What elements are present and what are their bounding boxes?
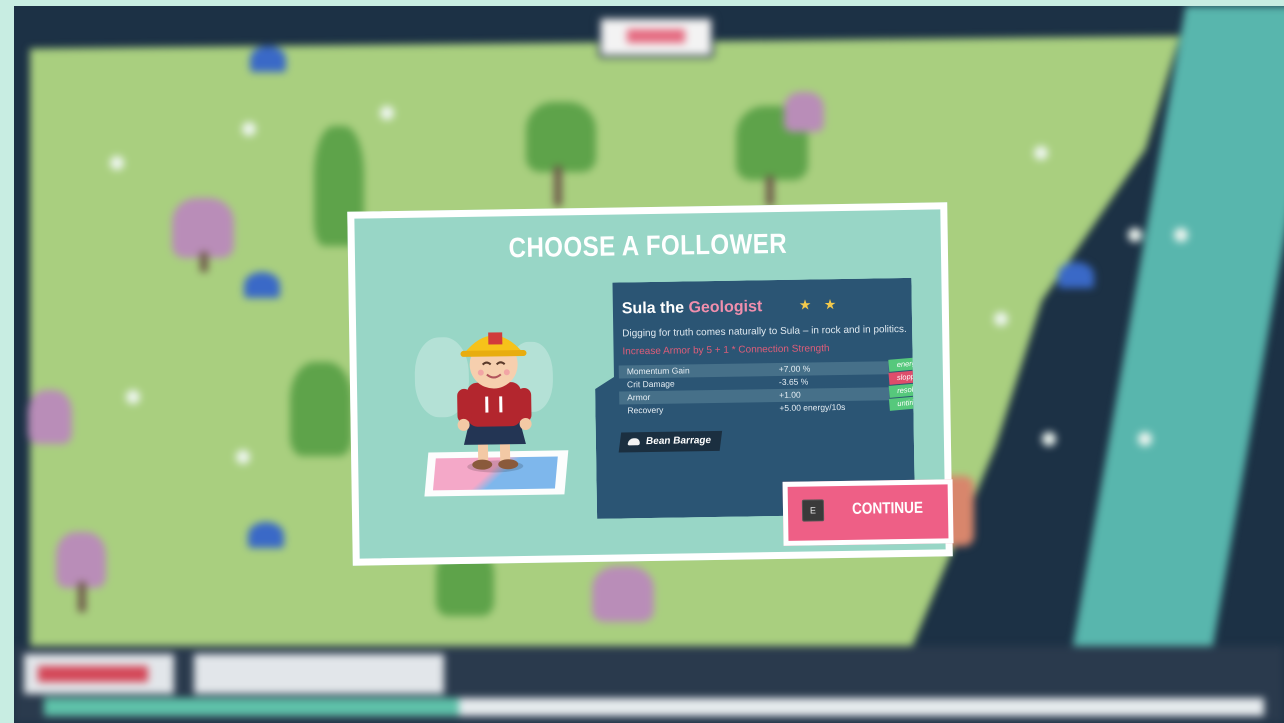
trait-tag: sloppy	[888, 369, 935, 385]
follower-job: Geologist	[688, 298, 763, 317]
tree	[784, 92, 824, 132]
trait-tag: untiring	[889, 395, 936, 411]
modal-title: CHOOSE A FOLLOWER	[508, 227, 788, 264]
tree-trunk	[554, 166, 562, 206]
flower	[242, 122, 256, 136]
continue-label: CONTINUE	[851, 499, 924, 518]
flower	[1034, 146, 1048, 160]
follower-description: Digging for truth comes naturally to Sul…	[622, 323, 907, 340]
stat-value: +1.00	[779, 389, 801, 400]
keyboard-key-icon: E	[801, 499, 825, 522]
bean-icon	[628, 438, 641, 445]
flower	[110, 156, 124, 170]
hud-progress-track	[44, 698, 1264, 716]
flower	[126, 390, 140, 404]
stat-label: Recovery	[627, 404, 664, 416]
geologist-character-icon	[457, 332, 532, 473]
tent	[244, 272, 280, 298]
tree	[526, 102, 596, 172]
follower-bonus: Increase Armor by 5 + 1 * Connection Str…	[622, 343, 830, 358]
tree	[290, 362, 352, 456]
ability-label: Bean Barrage	[645, 435, 712, 448]
flower	[1042, 432, 1056, 446]
stat-value: +5.00 energy/10s	[779, 401, 846, 413]
tree-trunk	[766, 176, 774, 206]
choose-follower-modal: CHOOSE A FOLLOWER Sula the Geologist ★ ★…	[347, 202, 954, 566]
trait-tags: energizing sloppy resolute untiring	[889, 358, 936, 411]
stat-label: Momentum Gain	[626, 365, 690, 377]
follower-portrait	[408, 315, 581, 498]
tree-trunk	[200, 252, 208, 272]
follower-name-prefix: Sula the	[621, 299, 685, 318]
ability-badge: Bean Barrage	[619, 431, 723, 453]
hud-logo-panel	[24, 654, 174, 694]
follower-name: Sula the Geologist	[622, 298, 763, 318]
stat-label: Armor	[627, 391, 651, 403]
flower	[1174, 228, 1188, 242]
stat-value: -3.65 %	[778, 376, 809, 387]
hud-progress-fill	[44, 698, 459, 716]
top-sign	[598, 16, 714, 58]
continue-button[interactable]: E CONTINUE	[782, 479, 954, 546]
tent	[248, 522, 284, 548]
trait-tag: resolute	[889, 382, 936, 398]
hud-info-panel	[194, 654, 444, 694]
flower	[1138, 432, 1152, 446]
flower	[236, 450, 250, 464]
tent	[250, 46, 286, 72]
trait-tag: energizing	[888, 356, 935, 372]
star-rating: ★ ★	[798, 297, 841, 314]
tree	[172, 198, 234, 258]
tree	[56, 532, 106, 588]
stat-label: Crit Damage	[626, 378, 675, 390]
flower	[380, 106, 394, 120]
stats-table: Momentum Gain +7.00 % Crit Damage -3.65 …	[619, 361, 890, 417]
tree	[28, 390, 72, 444]
hud-bar	[14, 646, 1284, 723]
tree-trunk	[78, 582, 86, 612]
flower	[994, 312, 1008, 326]
flower	[1128, 228, 1142, 242]
tent	[1058, 262, 1094, 288]
stat-value: +7.00 %	[778, 363, 811, 374]
tree	[592, 566, 654, 622]
